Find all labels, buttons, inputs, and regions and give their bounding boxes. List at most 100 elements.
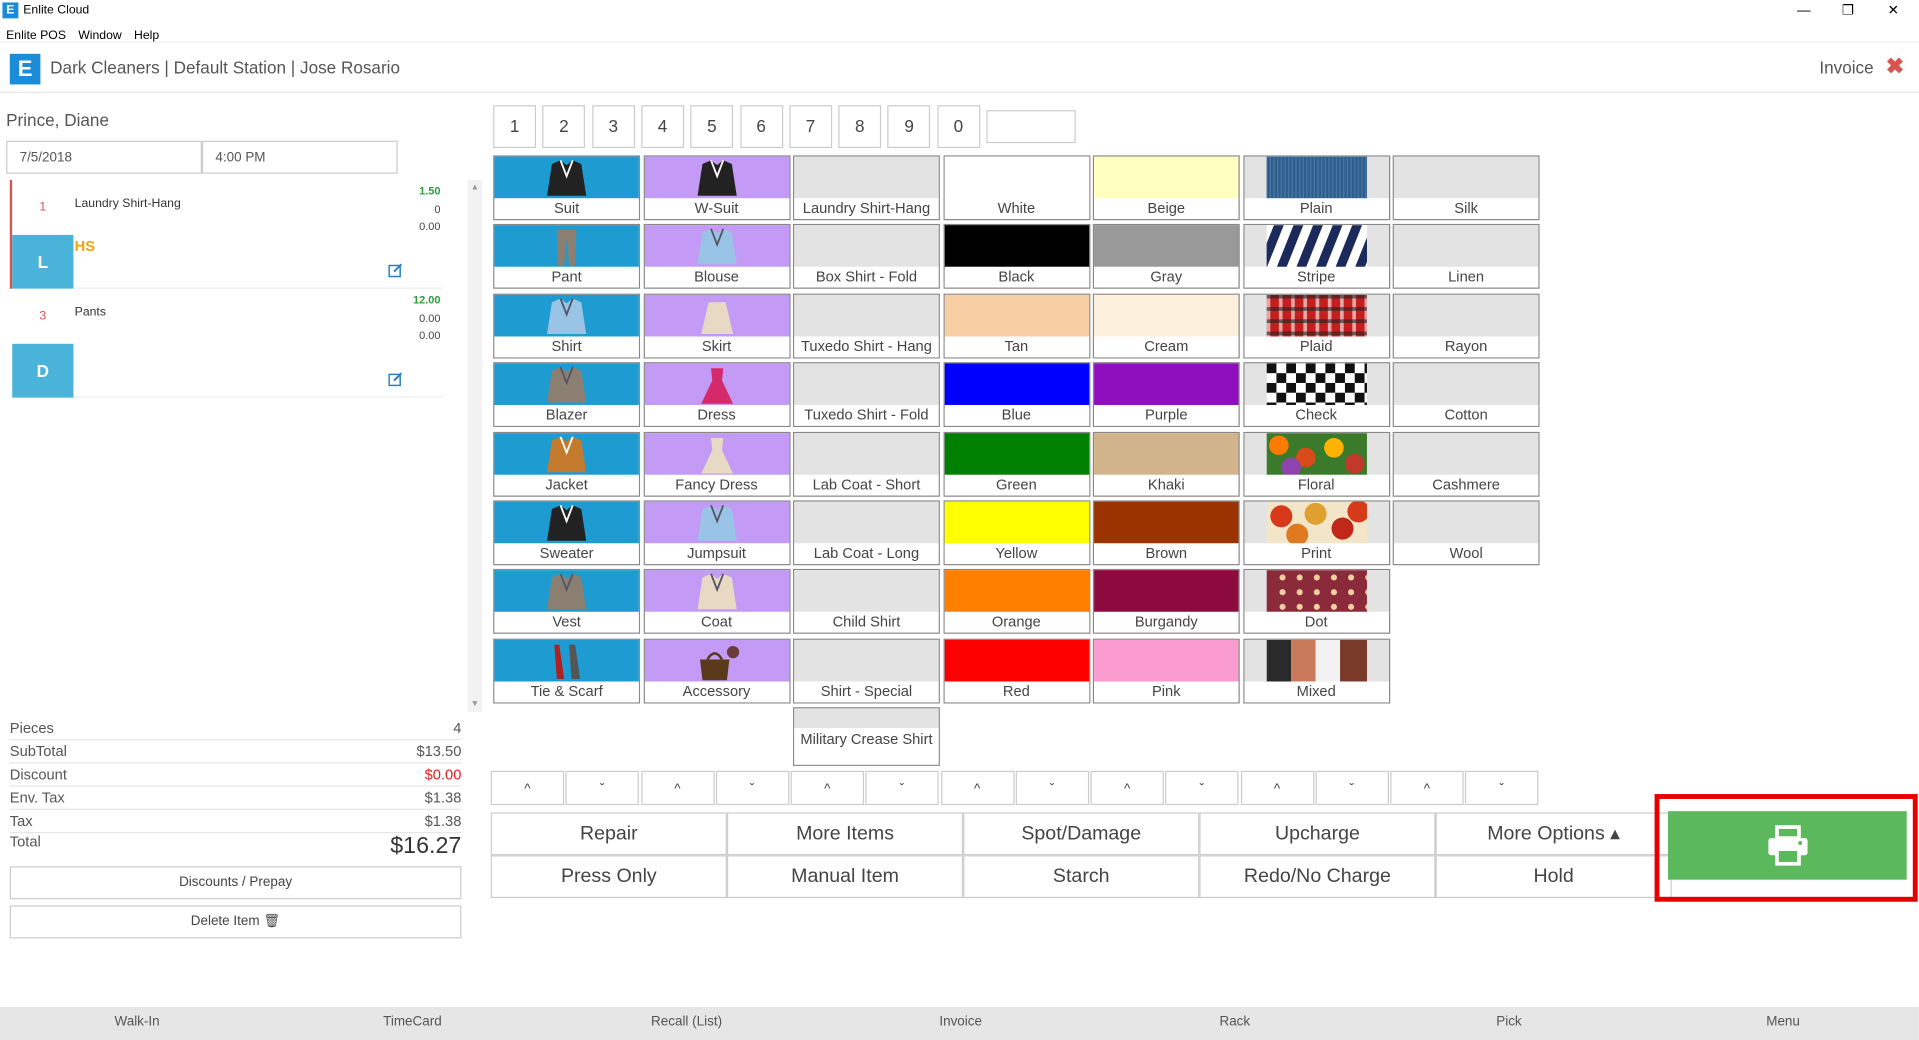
item-tile-child-shirt[interactable]: Child Shirt: [793, 569, 940, 635]
number-button-3[interactable]: 3: [591, 105, 635, 149]
item-tile-yellow[interactable]: Yellow: [942, 500, 1090, 566]
item-tile-tuxedo-shirt-fold[interactable]: Tuxedo Shirt - Fold: [793, 362, 940, 428]
item-tile-vest[interactable]: Vest: [493, 569, 641, 635]
restore-icon[interactable]: ❐: [1833, 1, 1862, 21]
item-tile-blouse[interactable]: Blouse: [643, 224, 790, 290]
nav-pick[interactable]: Pick: [1496, 1014, 1521, 1029]
close-icon[interactable]: ✖: [1886, 54, 1904, 80]
item-tile-orange[interactable]: Orange: [942, 569, 1090, 635]
date-field[interactable]: 7/5/2018: [6, 140, 202, 174]
scroll-up-icon[interactable]: ▲: [467, 184, 482, 193]
minimize-icon[interactable]: —: [1789, 1, 1818, 21]
item-tile-lab-coat-short[interactable]: Lab Coat - Short: [793, 431, 940, 497]
order-row[interactable]: 1 L Laundry Shirt-Hang HS 1.50 0 0.00: [9, 179, 444, 289]
scroll-down-column-6-icon[interactable]: ˇ: [1314, 770, 1389, 806]
item-tile-brown[interactable]: Brown: [1092, 500, 1240, 566]
number-button-1[interactable]: 1: [493, 105, 537, 149]
number-button-4[interactable]: 4: [641, 105, 684, 149]
item-tile-cotton[interactable]: Cotton: [1392, 362, 1540, 428]
item-tile-white[interactable]: White: [942, 155, 1090, 221]
item-tile-wool[interactable]: Wool: [1392, 500, 1540, 566]
order-scrollbar[interactable]: ▲ ▼: [467, 179, 483, 713]
scroll-down-icon[interactable]: ▼: [467, 700, 482, 709]
starch-button[interactable]: Starch: [963, 855, 1200, 899]
scroll-up-column-1-icon[interactable]: ^: [490, 770, 565, 806]
item-tile-pant[interactable]: Pant: [493, 224, 641, 290]
scroll-up-column-7-icon[interactable]: ^: [1390, 770, 1464, 806]
item-tile-sweater[interactable]: Sweater: [493, 500, 641, 566]
item-tile-plain[interactable]: Plain: [1242, 155, 1390, 221]
delete-item-button[interactable]: Delete Item 🗑: [9, 905, 462, 939]
item-tile-dot[interactable]: Dot: [1242, 569, 1390, 635]
number-button-6[interactable]: 6: [739, 105, 783, 149]
print-button[interactable]: [1668, 811, 1907, 880]
scroll-down-column-5-icon[interactable]: ˇ: [1165, 770, 1239, 806]
time-field[interactable]: 4:00 PM: [201, 140, 398, 174]
item-tile-shirt-special[interactable]: Shirt - Special: [793, 638, 940, 704]
item-tile-floral[interactable]: Floral: [1242, 431, 1390, 497]
press-only-button[interactable]: Press Only: [490, 855, 727, 899]
item-tile-accessory[interactable]: Accessory: [643, 638, 790, 704]
item-tile-mixed[interactable]: Mixed: [1242, 638, 1390, 704]
scroll-up-column-5-icon[interactable]: ^: [1090, 770, 1164, 806]
item-tile-cream[interactable]: Cream: [1092, 293, 1240, 359]
repair-button[interactable]: Repair: [490, 812, 727, 856]
item-tile-coat[interactable]: Coat: [643, 569, 790, 635]
item-tile-dress[interactable]: Dress: [643, 362, 790, 428]
item-tile-jacket[interactable]: Jacket: [493, 431, 641, 497]
edit-icon[interactable]: [388, 263, 403, 278]
nav-rack[interactable]: Rack: [1219, 1014, 1250, 1029]
item-tile-check[interactable]: Check: [1242, 362, 1390, 428]
item-tile-beige[interactable]: Beige: [1092, 155, 1240, 221]
edit-icon[interactable]: [388, 372, 403, 387]
nav-invoice[interactable]: Invoice: [939, 1014, 982, 1029]
upcharge-button[interactable]: Upcharge: [1199, 812, 1436, 856]
item-tile-pink[interactable]: Pink: [1092, 638, 1240, 704]
scroll-down-column-7-icon[interactable]: ˇ: [1464, 770, 1539, 806]
scroll-down-column-1-icon[interactable]: ˇ: [565, 770, 639, 806]
item-tile-skirt[interactable]: Skirt: [643, 293, 790, 359]
item-tile-stripe[interactable]: Stripe: [1242, 224, 1390, 290]
item-tile-red[interactable]: Red: [942, 638, 1090, 704]
item-tile-w-suit[interactable]: W-Suit: [643, 155, 790, 221]
quantity-input[interactable]: [986, 110, 1076, 144]
nav-timecard[interactable]: TimeCard: [383, 1014, 442, 1029]
item-tile-blazer[interactable]: Blazer: [493, 362, 641, 428]
scroll-up-column-4-icon[interactable]: ^: [940, 770, 1014, 806]
nav-walk-in[interactable]: Walk-In: [115, 1014, 160, 1029]
scroll-up-column-3-icon[interactable]: ^: [790, 770, 865, 806]
item-tile-tie-scarf[interactable]: Tie & Scarf: [493, 638, 641, 704]
item-tile-laundry-shirt-hang[interactable]: Laundry Shirt-Hang: [793, 155, 940, 221]
discounts-prepay-button[interactable]: Discounts / Prepay: [9, 866, 462, 900]
item-tile-purple[interactable]: Purple: [1092, 362, 1240, 428]
item-tile-jumpsuit[interactable]: Jumpsuit: [643, 500, 790, 566]
order-row[interactable]: 3 D Pants 12.00 0.00 0.00: [9, 288, 444, 398]
item-tile-gray[interactable]: Gray: [1092, 224, 1240, 290]
spot-damage-button[interactable]: Spot/Damage: [963, 812, 1200, 856]
item-tile-rayon[interactable]: Rayon: [1392, 293, 1540, 359]
manual-item-button[interactable]: Manual Item: [726, 855, 964, 899]
item-tile-shirt[interactable]: Shirt: [493, 293, 641, 359]
number-button-9[interactable]: 9: [887, 105, 931, 149]
scroll-down-column-4-icon[interactable]: ˇ: [1015, 770, 1089, 806]
number-button-8[interactable]: 8: [838, 105, 882, 149]
item-tile-khaki[interactable]: Khaki: [1092, 431, 1240, 497]
redo-no-charge-button[interactable]: Redo/No Charge: [1199, 855, 1436, 899]
item-tile-fancy-dress[interactable]: Fancy Dress: [643, 431, 790, 497]
nav-recall-list[interactable]: Recall (List): [651, 1014, 722, 1029]
item-tile-plaid[interactable]: Plaid: [1242, 293, 1390, 359]
number-button-2[interactable]: 2: [542, 105, 586, 149]
item-tile-burgandy[interactable]: Burgandy: [1092, 569, 1240, 635]
close-window-icon[interactable]: ✕: [1879, 1, 1908, 21]
scroll-up-column-2-icon[interactable]: ^: [640, 770, 715, 806]
item-tile-tan[interactable]: Tan: [942, 293, 1090, 359]
number-button-7[interactable]: 7: [789, 105, 832, 149]
item-tile-tuxedo-shirt-hang[interactable]: Tuxedo Shirt - Hang: [793, 293, 940, 359]
item-tile-blue[interactable]: Blue: [942, 362, 1090, 428]
scroll-up-column-6-icon[interactable]: ^: [1240, 770, 1314, 806]
hold-button[interactable]: Hold: [1435, 855, 1672, 899]
more-options-button[interactable]: More Options ▴: [1435, 812, 1672, 856]
item-tile-black[interactable]: Black: [942, 224, 1090, 290]
item-tile-green[interactable]: Green: [942, 431, 1090, 497]
more-items-button[interactable]: More Items: [726, 812, 964, 856]
